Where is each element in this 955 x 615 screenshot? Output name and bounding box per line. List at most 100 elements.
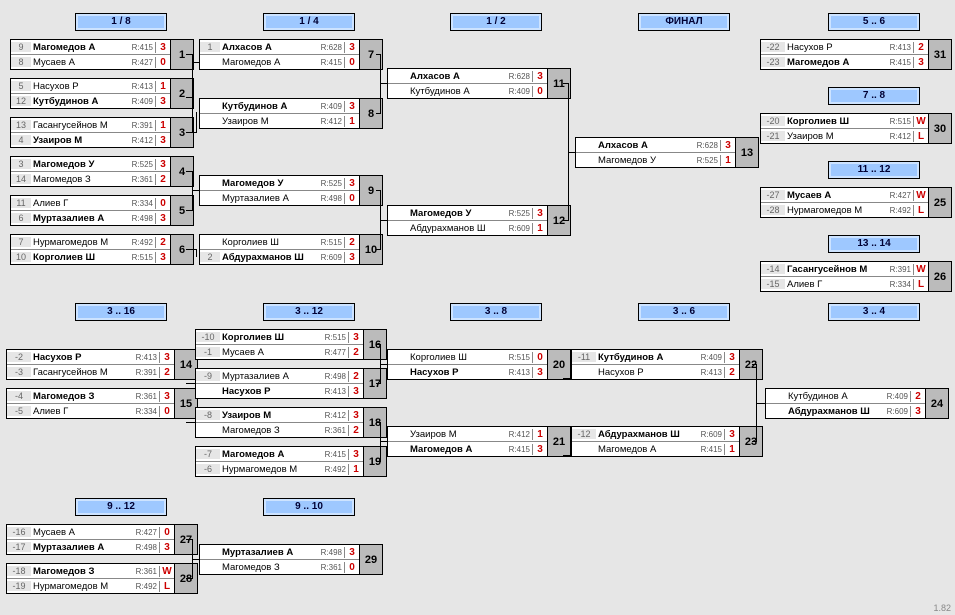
player-row: 7Нурмагомедов МR:4922 bbox=[11, 235, 170, 250]
match-id: 31 bbox=[929, 39, 952, 70]
header-3-8: 3 .. 8 bbox=[450, 303, 542, 321]
player-row: Магомедов ЗR:3612 bbox=[196, 423, 363, 437]
player-row: -20Корголиев ШR:515W bbox=[761, 114, 928, 129]
match-27: -16Мусаев АR:4270-17Муртазалиев АR:49832… bbox=[6, 524, 198, 555]
player-row: Корголиев ШR:5150 bbox=[388, 350, 547, 365]
player-row: -5Алиев ГR:3340 bbox=[7, 404, 174, 418]
match-31: -22Насухов РR:4132-23Магомедов АR:415331 bbox=[760, 39, 952, 70]
match-15: -4Магомедов ЗR:3613-5Алиев ГR:334015 bbox=[6, 388, 198, 419]
match-20: Корголиев ШR:5150Насухов РR:413320 bbox=[387, 349, 571, 380]
player-row: -15Алиев ГR:334L bbox=[761, 277, 928, 291]
player-row: 13Гасангусейнов МR:3911 bbox=[11, 118, 170, 133]
player-row: Насухов РR:4133 bbox=[196, 384, 363, 398]
player-row: Насухов РR:4133 bbox=[388, 365, 547, 379]
player-row: 5Насухов РR:4131 bbox=[11, 79, 170, 94]
player-row: -9Муртазалиев АR:4982 bbox=[196, 369, 363, 384]
header-13-14: 13 .. 14 bbox=[828, 235, 920, 253]
match-26: -14Гасангусейнов МR:391W-15Алиев ГR:334L… bbox=[760, 261, 952, 292]
player-row: -19Нурмагомедов МR:492L bbox=[7, 579, 174, 593]
match-id: 30 bbox=[929, 113, 952, 144]
player-row: -11Кутбудинов АR:4093 bbox=[572, 350, 739, 365]
header-5-6: 5 .. 6 bbox=[828, 13, 920, 31]
player-row: -27Мусаев АR:427W bbox=[761, 188, 928, 203]
player-row: Алхасов АR:6283 bbox=[576, 138, 735, 153]
header-final: ФИНАЛ bbox=[638, 13, 730, 31]
header-9-10: 9 .. 10 bbox=[263, 498, 355, 516]
match-id: 24 bbox=[926, 388, 949, 419]
header-3-4: 3 .. 4 bbox=[828, 303, 920, 321]
match-24: Кутбудинов АR:4092Абдурахманов ШR:609324 bbox=[765, 388, 949, 419]
header-3-6: 3 .. 6 bbox=[638, 303, 730, 321]
match-13: Алхасов АR:6283Магомедов УR:525113 bbox=[575, 137, 759, 168]
match-17: -9Муртазалиев АR:4982Насухов РR:413317 bbox=[195, 368, 387, 399]
match-18: -8Узаиров МR:4123Магомедов ЗR:361218 bbox=[195, 407, 387, 438]
match-id: 21 bbox=[548, 426, 571, 457]
player-row: 14Магомедов ЗR:3612 bbox=[11, 172, 170, 186]
match-19: -7Магомедов АR:4153-6Нурмагомедов МR:492… bbox=[195, 446, 387, 477]
player-row: Магомедов УR:5253 bbox=[200, 176, 359, 191]
player-row: -2Насухов РR:4133 bbox=[7, 350, 174, 365]
player-row: Алхасов АR:6283 bbox=[388, 69, 547, 84]
match-12: Магомедов УR:5253Абдурахманов ШR:609112 bbox=[387, 205, 571, 236]
player-row: 1Алхасов АR:6283 bbox=[200, 40, 359, 55]
match-3: 13Гасангусейнов МR:39114Узаиров МR:41233 bbox=[10, 117, 194, 148]
header-1-8: 1 / 8 bbox=[75, 13, 167, 31]
player-row: 12Кутбудинов АR:4093 bbox=[11, 94, 170, 108]
match-4: 3Магомедов УR:525314Магомедов ЗR:36124 bbox=[10, 156, 194, 187]
player-row: Магомедов АR:4153 bbox=[388, 442, 547, 456]
player-row: Кутбудинов АR:4092 bbox=[766, 389, 925, 404]
header-1-2: 1 / 2 bbox=[450, 13, 542, 31]
player-row: -17Муртазалиев АR:4983 bbox=[7, 540, 174, 554]
match-8: Кутбудинов АR:4093Узаиров МR:41218 bbox=[199, 98, 383, 129]
player-row: -18Магомедов ЗR:361W bbox=[7, 564, 174, 579]
match-25: -27Мусаев АR:427W-28Нурмагомедов МR:492L… bbox=[760, 187, 952, 218]
match-2: 5Насухов РR:413112Кутбудинов АR:40932 bbox=[10, 78, 194, 109]
header-3-16: 3 .. 16 bbox=[75, 303, 167, 321]
match-23: -12Абдурахманов ШR:6093Магомедов АR:4151… bbox=[571, 426, 763, 457]
version-label: 1.82 bbox=[933, 603, 951, 613]
player-row: Магомедов УR:5251 bbox=[576, 153, 735, 167]
match-30: -20Корголиев ШR:515W-21Узаиров МR:412L30 bbox=[760, 113, 952, 144]
player-row: -14Гасангусейнов МR:391W bbox=[761, 262, 928, 277]
player-row: -10Корголиев ШR:5153 bbox=[196, 330, 363, 345]
match-5: 11Алиев ГR:33406Муртазалиев АR:49835 bbox=[10, 195, 194, 226]
player-row: Корголиев ШR:5152 bbox=[200, 235, 359, 250]
match-id: 13 bbox=[736, 137, 759, 168]
match-id: 20 bbox=[548, 349, 571, 380]
match-7: 1Алхасов АR:6283Магомедов АR:41507 bbox=[199, 39, 383, 70]
match-id: 26 bbox=[929, 261, 952, 292]
player-row: Магомедов АR:4151 bbox=[572, 442, 739, 456]
player-row: Магомедов УR:5253 bbox=[388, 206, 547, 221]
player-row: -6Нурмагомедов МR:4921 bbox=[196, 462, 363, 476]
match-28: -18Магомедов ЗR:361W-19Нурмагомедов МR:4… bbox=[6, 563, 198, 594]
match-id: 29 bbox=[360, 544, 383, 575]
header-9-12: 9 .. 12 bbox=[75, 498, 167, 516]
player-row: 9Магомедов АR:4153 bbox=[11, 40, 170, 55]
match-14: -2Насухов РR:4133-3Гасангусейнов МR:3912… bbox=[6, 349, 198, 380]
player-row: -21Узаиров МR:412L bbox=[761, 129, 928, 143]
player-row: 11Алиев ГR:3340 bbox=[11, 196, 170, 211]
player-row: 10Корголиев ШR:5153 bbox=[11, 250, 170, 264]
header-1-4: 1 / 4 bbox=[263, 13, 355, 31]
match-1: 9Магомедов АR:41538Мусаев АR:42701 bbox=[10, 39, 194, 70]
player-row: Магомедов ЗR:3610 bbox=[200, 560, 359, 574]
match-21: Узаиров МR:4121Магомедов АR:415321 bbox=[387, 426, 571, 457]
match-id: 25 bbox=[929, 187, 952, 218]
match-id: 2 bbox=[171, 78, 194, 109]
match-6: 7Нурмагомедов МR:492210Корголиев ШR:5153… bbox=[10, 234, 194, 265]
player-row: Муртазалиев АR:4980 bbox=[200, 191, 359, 205]
player-row: Абдурахманов ШR:6091 bbox=[388, 221, 547, 235]
player-row: -12Абдурахманов ШR:6093 bbox=[572, 427, 739, 442]
player-row: Кутбудинов АR:4093 bbox=[200, 99, 359, 114]
match-9: Магомедов УR:5253Муртазалиев АR:49809 bbox=[199, 175, 383, 206]
player-row: 2Абдурахманов ШR:6093 bbox=[200, 250, 359, 264]
player-row: 8Мусаев АR:4270 bbox=[11, 55, 170, 69]
player-row: -1Мусаев АR:4772 bbox=[196, 345, 363, 359]
player-row: -23Магомедов АR:4153 bbox=[761, 55, 928, 69]
player-row: Узаиров МR:4121 bbox=[200, 114, 359, 128]
player-row: Узаиров МR:4121 bbox=[388, 427, 547, 442]
player-row: Муртазалиев АR:4983 bbox=[200, 545, 359, 560]
player-row: Насухов РR:4132 bbox=[572, 365, 739, 379]
match-16: -10Корголиев ШR:5153-1Мусаев АR:477216 bbox=[195, 329, 387, 360]
player-row: -28Нурмагомедов МR:492L bbox=[761, 203, 928, 217]
